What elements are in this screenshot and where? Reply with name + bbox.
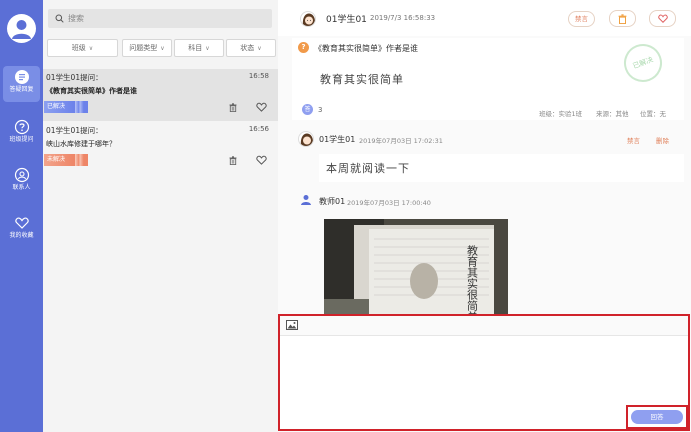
student-avatar-icon bbox=[300, 133, 313, 146]
filter-status[interactable]: 状态 ∨ bbox=[226, 39, 276, 57]
question-icon bbox=[14, 119, 29, 135]
asker-label: 01学生01提问： bbox=[46, 73, 103, 82]
filter-label: 科目 bbox=[188, 44, 203, 52]
question-body: 教育其实很简单 bbox=[320, 73, 404, 86]
reply-editor[interactable]: 回答 bbox=[278, 314, 690, 431]
send-button-highlight: 回答 bbox=[626, 405, 688, 429]
question-title: 《教育其实很简单》作者是谁 bbox=[46, 87, 137, 95]
reply-author: 01学生01 bbox=[319, 135, 356, 144]
timestamp: 16:58 bbox=[248, 72, 269, 80]
question-icon: ? bbox=[298, 42, 309, 53]
search-placeholder: 搜索 bbox=[68, 14, 84, 23]
teacher-avatar-icon bbox=[301, 195, 311, 205]
sidebar-item-favorites[interactable]: 我的收藏 bbox=[3, 212, 40, 248]
search-input[interactable]: 搜索 bbox=[48, 9, 272, 28]
sidebar: 答疑回复 班级提问 联系人 我的收藏 bbox=[0, 0, 43, 432]
favorite-icon[interactable] bbox=[256, 155, 267, 165]
search-icon bbox=[55, 14, 64, 23]
editor-toolbar bbox=[280, 316, 688, 336]
question-date: 2019/7/3 16:58:33 bbox=[370, 14, 436, 22]
list-item[interactable]: 01学生01提问： 16:56 峡山水库修建于哪年？ 未解决 bbox=[43, 122, 278, 174]
chevron-down-icon: ∨ bbox=[160, 45, 165, 52]
filter-label: 状态 bbox=[240, 44, 255, 52]
delete-button[interactable] bbox=[609, 10, 636, 27]
reply-text: 本周就阅读一下 bbox=[326, 162, 410, 175]
reply-count-icon: 答 bbox=[302, 104, 313, 115]
ban-link[interactable]: 禁言 bbox=[627, 135, 640, 145]
filter-class[interactable]: 班级 ∨ bbox=[47, 39, 118, 57]
filter-question-type[interactable]: 问题类型 ∨ bbox=[122, 39, 172, 57]
question-title: 《教育其实很简单》作者是谁 bbox=[314, 44, 418, 53]
heart-icon bbox=[14, 217, 29, 229]
ban-button[interactable]: 禁言 bbox=[568, 11, 595, 27]
filter-subject[interactable]: 科目 ∨ bbox=[174, 39, 224, 57]
meta-location: 位置：无 bbox=[640, 110, 666, 118]
sidebar-item-answers[interactable]: 答疑回复 bbox=[3, 66, 40, 102]
reply-author: 教师01 bbox=[319, 197, 346, 206]
answer-button[interactable]: 回答 bbox=[631, 410, 683, 424]
solved-stamp: 已解决 bbox=[618, 38, 668, 88]
delete-link[interactable]: 删除 bbox=[656, 135, 669, 145]
asker-label: 01学生01提问： bbox=[46, 126, 103, 135]
heart-icon bbox=[657, 14, 668, 23]
sidebar-item-label: 答疑回复 bbox=[9, 86, 34, 93]
chevron-down-icon: ∨ bbox=[205, 45, 210, 52]
list-item[interactable]: 01学生01提问： 16:58 《教育其实很简单》作者是谁 已解决 bbox=[43, 69, 278, 121]
avatar bbox=[300, 11, 316, 27]
favorite-icon[interactable] bbox=[256, 102, 267, 112]
chevron-down-icon: ∨ bbox=[257, 45, 262, 52]
favorite-button[interactable] bbox=[649, 10, 676, 27]
filter-label: 班级 bbox=[71, 44, 86, 52]
timestamp: 16:56 bbox=[248, 125, 269, 133]
book-photo: 教育其实很简单 bbox=[324, 219, 508, 314]
sidebar-item-label: 班级提问 bbox=[9, 136, 34, 143]
reply-date: 2019年07月03日 17:00:40 bbox=[347, 199, 431, 207]
contacts-icon bbox=[14, 167, 29, 183]
chevron-down-icon: ∨ bbox=[88, 45, 94, 52]
trash-icon bbox=[618, 14, 627, 25]
reply-date: 2019年07月03日 17:02:31 bbox=[359, 137, 443, 145]
app-window: 答疑回复 班级提问 联系人 我的收藏 搜索 班级 ∨ 问题类型 ∨ 科目 ∨ 状… bbox=[0, 0, 691, 432]
status-badge: 未解决 bbox=[44, 154, 88, 166]
meta-class: 班级：实验1班 bbox=[539, 110, 583, 118]
question-title: 峡山水库修建于哪年？ bbox=[46, 140, 116, 148]
chat-icon bbox=[14, 70, 29, 84]
user-icon bbox=[12, 20, 31, 39]
reply-count: 3 bbox=[318, 106, 323, 114]
student-avatar-icon bbox=[302, 13, 315, 26]
meta-source: 来源：其他 bbox=[596, 110, 629, 118]
sidebar-item-label: 联系人 bbox=[12, 184, 31, 191]
image-icon[interactable] bbox=[286, 320, 298, 330]
sidebar-item-contacts[interactable]: 联系人 bbox=[3, 164, 40, 200]
question-header: 01学生01 2019/7/3 16:58:33 禁言 bbox=[278, 0, 691, 36]
trash-icon[interactable] bbox=[229, 103, 237, 112]
status-badge: 已解决 bbox=[44, 101, 88, 113]
question-list-panel: 搜索 班级 ∨ 问题类型 ∨ 科目 ∨ 状态 ∨ 01学生01提问： 16:58 《教育… bbox=[43, 0, 278, 432]
sidebar-item-label: 我的收藏 bbox=[9, 232, 34, 239]
reply-image[interactable]: 教育其实很简单 bbox=[324, 219, 508, 314]
question-author: 01学生01 bbox=[326, 15, 367, 25]
book-title-text: 教育其实很简单 bbox=[466, 245, 479, 314]
avatar bbox=[298, 131, 314, 147]
sidebar-item-class-questions[interactable]: 班级提问 bbox=[3, 116, 40, 152]
avatar[interactable] bbox=[7, 14, 36, 43]
trash-icon[interactable] bbox=[229, 156, 237, 165]
filter-label: 问题类型 bbox=[129, 44, 158, 52]
